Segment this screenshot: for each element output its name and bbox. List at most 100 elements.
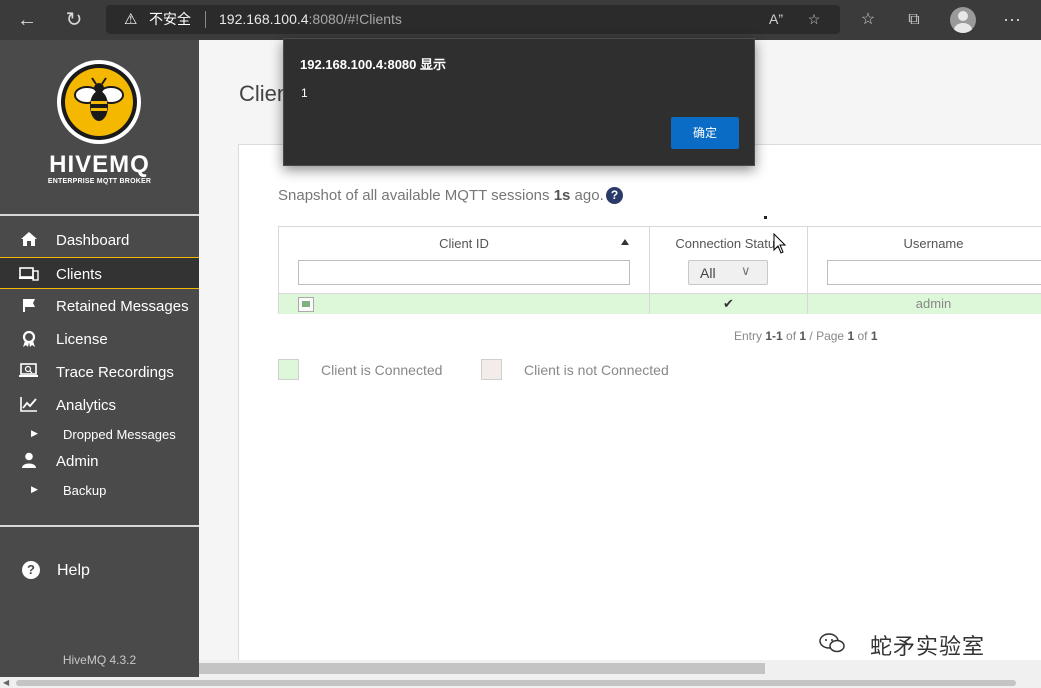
- add-favorite-icon[interactable]: ☆: [804, 9, 824, 29]
- sidebar-item-backup[interactable]: ▶ Backup: [0, 479, 199, 501]
- pager-page-label: / Page: [806, 329, 848, 343]
- pager-pages: 1: [870, 329, 878, 343]
- warning-triangle-icon[interactable]: ⚠: [124, 11, 137, 28]
- version-label: HiveMQ 4.3.2: [62, 653, 137, 667]
- alert-dialog: 192.168.100.4:8080 显示 1 确定: [283, 38, 755, 166]
- snapshot-prefix: Snapshot of all available MQTT sessions: [278, 187, 554, 204]
- mouse-cursor-icon: [773, 233, 787, 254]
- dialog-title: 192.168.100.4:8080 显示: [300, 57, 446, 72]
- url-text[interactable]: 192.168.100.4:8080/#!Clients: [219, 11, 402, 28]
- status-filter-select[interactable]: All ∨: [688, 260, 768, 285]
- collections-icon[interactable]: ⧉: [902, 8, 926, 32]
- column-header-label: Username: [903, 236, 964, 251]
- snapshot-age: 1s: [553, 187, 571, 204]
- pager-range: 1-1: [765, 329, 783, 343]
- favorites-icon[interactable]: ☆: [856, 8, 880, 32]
- scrollbar-thumb[interactable]: [199, 663, 765, 674]
- sidebar-item-label: Admin: [56, 453, 99, 470]
- laptop-search-icon: [18, 363, 40, 381]
- url-host: 192.168.100.4: [219, 11, 309, 27]
- snapshot-text: Snapshot of all available MQTT sessions …: [278, 187, 604, 204]
- ok-button[interactable]: 确定: [671, 117, 739, 149]
- bee-logo-icon: [57, 60, 141, 144]
- column-header-label: Client ID: [439, 236, 489, 251]
- legend-swatch-not-connected: [481, 359, 502, 380]
- sidebar-item-help[interactable]: ? Help: [0, 558, 199, 584]
- scrollbar-thumb[interactable]: [16, 680, 1016, 686]
- sidebar-item-trace-recordings[interactable]: Trace Recordings: [0, 356, 199, 388]
- flag-icon: [18, 297, 40, 315]
- horizontal-scrollbar[interactable]: [199, 660, 1041, 677]
- sidebar-item-label: Dropped Messages: [63, 427, 176, 442]
- refresh-icon[interactable]: ↻: [60, 6, 88, 34]
- pager-of: of: [782, 329, 800, 343]
- clients-panel: Snapshot of all available MQTT sessions …: [238, 144, 1041, 664]
- sidebar-item-label: Help: [57, 562, 90, 579]
- connection-status-cell: ✔: [650, 294, 808, 314]
- hivemq-logo[interactable]: HIVEMQ ENTERPRISE MQTT BROKER: [0, 40, 199, 214]
- caret-right-icon: ▶: [31, 428, 38, 438]
- sidebar-item-label: Analytics: [56, 397, 117, 414]
- legend-label-connected: Client is Connected: [321, 362, 443, 378]
- user-icon: [18, 452, 40, 470]
- home-icon: [18, 231, 40, 249]
- client-id-filter-input[interactable]: [298, 260, 630, 285]
- watermark-label: 蛇矛实验室: [870, 634, 986, 659]
- sidebar-item-label: Retained Messages: [56, 298, 189, 315]
- legend-swatch-connected: [278, 359, 299, 380]
- sidebar-item-dropped-messages[interactable]: ▶ Dropped Messages: [0, 423, 199, 445]
- help-circle-icon[interactable]: ?: [606, 187, 623, 204]
- read-aloud-icon[interactable]: A”: [766, 9, 786, 29]
- address-bar[interactable]: ⚠ 不安全 192.168.100.4:8080/#!Clients A” ☆: [106, 5, 840, 34]
- caret-right-icon: ▶: [31, 484, 38, 494]
- back-arrow-icon[interactable]: ←: [13, 6, 41, 34]
- watermark: 蛇矛实验室: [818, 627, 1018, 659]
- sidebar-divider: [0, 525, 199, 527]
- column-header-client-id[interactable]: Client ID: [279, 227, 650, 293]
- dialog-message: 1: [301, 86, 308, 100]
- address-divider: [205, 11, 206, 28]
- more-menu-icon[interactable]: ⋯: [1000, 8, 1024, 32]
- pager-of: of: [854, 329, 871, 343]
- scroll-left-arrow-icon[interactable]: ◀: [3, 678, 9, 687]
- logo-subtitle: ENTERPRISE MQTT BROKER: [47, 178, 152, 185]
- sidebar-item-clients[interactable]: Clients: [0, 257, 199, 289]
- status-filter-value: All: [700, 265, 716, 281]
- sidebar-item-label: Clients: [56, 266, 102, 283]
- dot: [764, 216, 767, 219]
- table-row[interactable]: ✔ admin: [279, 293, 1041, 314]
- broken-image-icon: [298, 297, 314, 312]
- sidebar-item-label: Trace Recordings: [56, 364, 174, 381]
- sidebar-item-label: Dashboard: [56, 232, 130, 249]
- column-header-username[interactable]: Username: [808, 227, 1041, 293]
- sidebar-item-license[interactable]: License: [0, 323, 199, 355]
- sidebar-item-admin[interactable]: Admin: [0, 445, 199, 477]
- sidebar-divider: [0, 214, 199, 216]
- client-id-cell[interactable]: [279, 294, 650, 314]
- logo-title: HIVEMQ: [49, 151, 150, 178]
- sidebar-item-label: License: [56, 331, 108, 348]
- profile-avatar-icon[interactable]: [950, 7, 976, 33]
- page-horizontal-scrollbar[interactable]: ◀: [0, 677, 1041, 688]
- question-circle-icon: ?: [22, 561, 40, 579]
- browser-toolbar: ← ↻ ⚠ 不安全 192.168.100.4:8080/#!Clients A…: [0, 0, 1041, 40]
- insecure-label[interactable]: 不安全: [149, 11, 191, 28]
- sidebar-item-label: Backup: [63, 483, 107, 498]
- sidebar-item-retained-messages[interactable]: Retained Messages: [0, 290, 199, 322]
- clients-icon: [18, 265, 40, 283]
- sidebar: HIVEMQ ENTERPRISE MQTT BROKER Dashboard …: [0, 40, 199, 677]
- pager-prefix: Entry: [734, 329, 766, 343]
- wechat-icon: [819, 633, 845, 653]
- sort-ascending-icon[interactable]: [621, 239, 629, 245]
- pagination-info: Entry 1-1 of 1 / Page 1 of 1: [734, 329, 878, 343]
- sidebar-item-analytics[interactable]: Analytics: [0, 389, 199, 421]
- username-filter-input[interactable]: [827, 260, 1041, 285]
- clients-table: Client ID Connection Status All ∨ Userna…: [278, 226, 1041, 314]
- legend-label-not-connected: Client is not Connected: [524, 362, 669, 378]
- sidebar-item-dashboard[interactable]: Dashboard: [0, 224, 199, 256]
- award-icon: [18, 330, 40, 348]
- chart-line-icon: [18, 396, 40, 414]
- snapshot-suffix: ago.: [570, 187, 604, 204]
- url-path: :8080/#!Clients: [308, 11, 402, 27]
- username-cell: admin: [915, 296, 952, 311]
